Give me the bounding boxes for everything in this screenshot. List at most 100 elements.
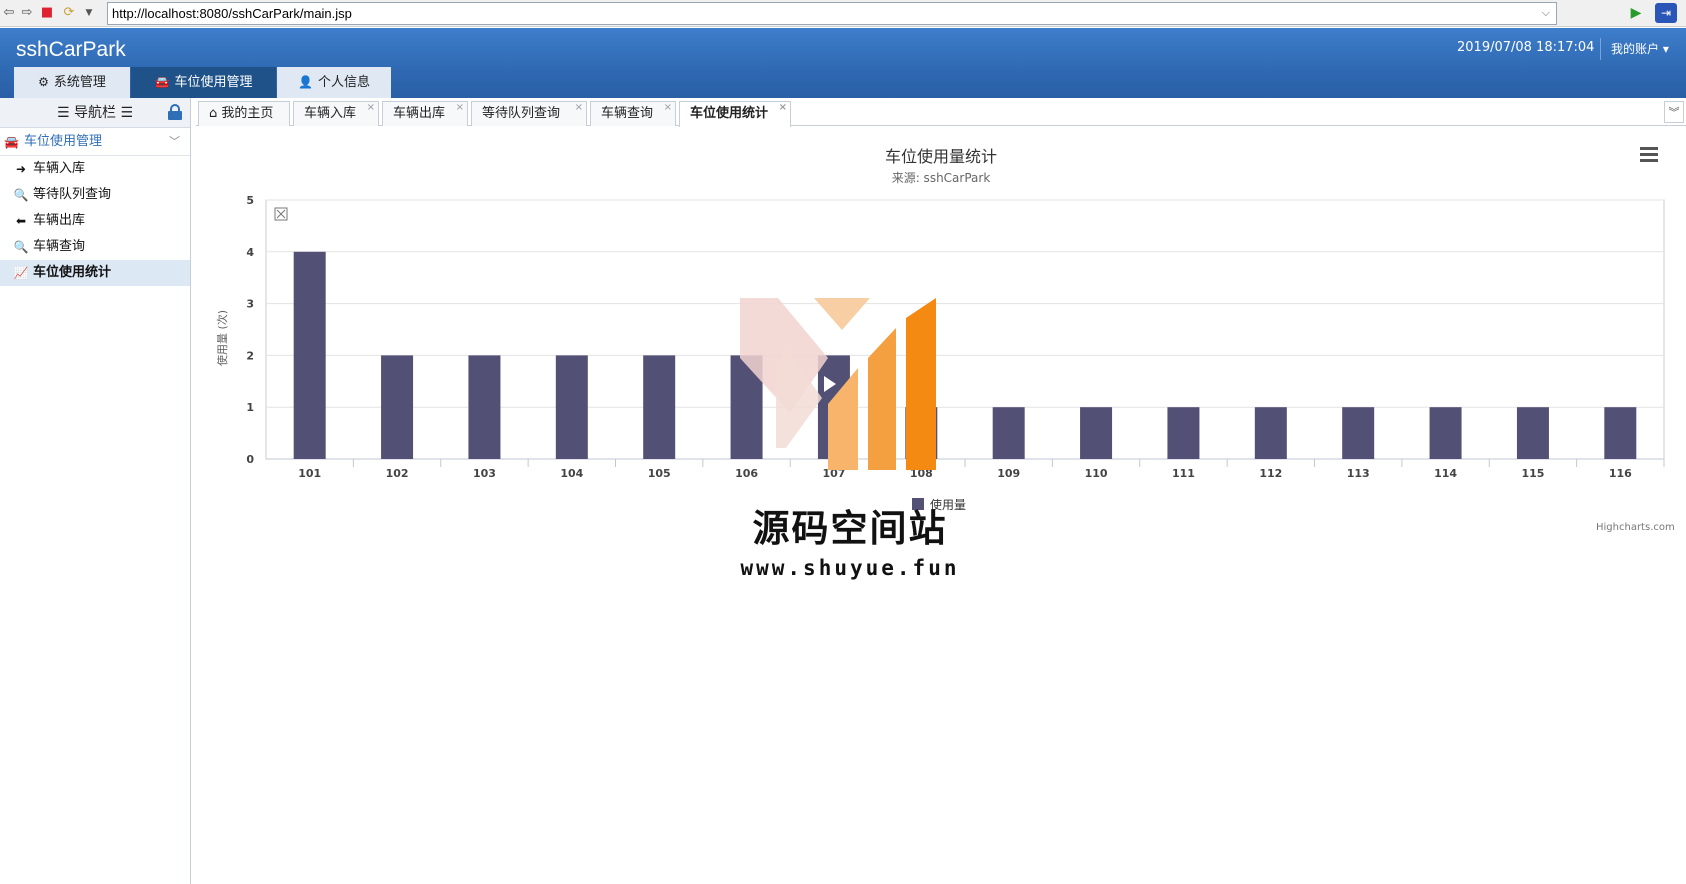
- y-tick-label: 5: [246, 194, 254, 207]
- tab-vehicle-out[interactable]: 车辆出库 ×: [382, 101, 468, 126]
- stop-icon[interactable]: ■: [38, 4, 56, 22]
- menu-icon: ☰: [116, 105, 134, 121]
- exit-icon[interactable]: ⇥: [1655, 3, 1677, 23]
- brand-title: sshCarPark: [16, 38, 126, 61]
- chart-subtitle: 来源: sshCarPark: [891, 171, 991, 185]
- sidebar-item-label: 车辆出库: [33, 213, 86, 228]
- menu-icon: ☰: [56, 105, 74, 121]
- close-icon[interactable]: ×: [367, 96, 375, 120]
- sidebar-title: 导航栏: [74, 105, 116, 121]
- y-tick-label: 2: [246, 349, 254, 362]
- watermark-text: 源码空间站: [752, 507, 948, 550]
- tab-label: 车辆出库: [393, 106, 446, 121]
- sidebar-item-label: 车辆查询: [33, 239, 86, 254]
- chart-context-menu-icon[interactable]: [1640, 147, 1658, 162]
- close-icon[interactable]: ×: [664, 96, 672, 120]
- tab-label: 车辆查询: [601, 106, 654, 121]
- sidebar-item-queue-search[interactable]: 🔍 等待队列查询: [0, 182, 190, 208]
- tab-vehicle-in[interactable]: 车辆入库 ×: [293, 101, 379, 126]
- tab-queue-search[interactable]: 等待队列查询 ×: [471, 101, 587, 126]
- x-tick-label: 105: [648, 467, 671, 480]
- bar: [992, 407, 1025, 459]
- top-nav-label: 系统管理: [53, 75, 106, 90]
- sidebar-group-parking[interactable]: 🚘 车位使用管理 ﹀: [0, 128, 190, 156]
- y-tick-label: 0: [246, 453, 254, 466]
- close-icon[interactable]: ×: [456, 96, 464, 120]
- watermark-url: www.shuyue.fun: [740, 556, 960, 580]
- top-nav-label: 车位使用管理: [174, 75, 253, 90]
- x-tick-label: 113: [1347, 467, 1370, 480]
- tab-label: 我的主页: [221, 106, 274, 121]
- x-tick-label: 109: [997, 467, 1020, 480]
- user-icon: 👤: [298, 75, 313, 89]
- top-nav-system[interactable]: ⚙ 系统管理: [14, 67, 130, 98]
- sidebar-group-label: 车位使用管理: [24, 134, 103, 149]
- chevron-down-icon: ﹀: [169, 135, 180, 148]
- chart-credits[interactable]: Highcharts.com: [1596, 522, 1675, 533]
- tab-label: 车辆入库: [304, 106, 357, 121]
- top-nav-parking[interactable]: 🚘 车位使用管理: [131, 67, 276, 98]
- lock-icon[interactable]: [168, 104, 182, 120]
- bar: [1516, 407, 1549, 459]
- tab-list-chevron-icon[interactable]: ︾: [1664, 101, 1684, 123]
- bar: [1342, 407, 1375, 459]
- sidebar-item-label: 车辆入库: [33, 161, 86, 176]
- tab-home[interactable]: ⌂ 我的主页: [198, 101, 290, 126]
- x-tick-label: 116: [1609, 467, 1632, 480]
- forward-icon[interactable]: ⇨: [18, 4, 36, 22]
- bar: [555, 355, 588, 459]
- tab-vehicle-search[interactable]: 车辆查询 ×: [590, 101, 676, 126]
- x-tick-label: 104: [560, 467, 583, 480]
- x-tick-label: 115: [1521, 467, 1544, 480]
- bar: [643, 355, 676, 459]
- search-icon: 🔍: [13, 240, 29, 254]
- sidebar-item-label: 车位使用统计: [33, 265, 112, 280]
- search-icon: 🔍: [13, 188, 29, 202]
- x-tick-label: 111: [1172, 467, 1195, 480]
- sidebar-item-label: 等待队列查询: [33, 187, 112, 202]
- gear-icon: ⚙: [38, 75, 49, 89]
- car-icon: 🚘: [4, 135, 19, 149]
- app-header: sshCarPark 2019/07/08 18:17:04 我的账户 ▾ ⚙ 系…: [0, 28, 1686, 98]
- bar: [468, 355, 501, 459]
- tab-usage-stats[interactable]: 车位使用统计 ×: [679, 101, 791, 127]
- x-tick-label: 101: [298, 467, 321, 480]
- history-dropdown-icon[interactable]: ▼: [80, 4, 98, 22]
- sidebar-header: ☰ 导航栏 ☰: [0, 98, 190, 128]
- x-tick-label: 112: [1259, 467, 1282, 480]
- tab-label: 等待队列查询: [482, 106, 561, 121]
- tab-bar: ⌂ 我的主页 车辆入库 × 车辆出库 × 等待队列查询 × 车辆查询 × 车位使用统计 ×…: [196, 98, 1686, 127]
- close-icon[interactable]: ×: [575, 96, 583, 120]
- y-tick-label: 4: [246, 246, 254, 259]
- address-dropdown-icon[interactable]: ⌵: [1542, 3, 1550, 24]
- x-tick-label: 103: [473, 467, 496, 480]
- y-axis-label: 使用量 (次): [216, 309, 229, 367]
- bar: [1429, 407, 1462, 459]
- x-tick-label: 102: [386, 467, 409, 480]
- clock-text: 2019/07/08 18:17:04: [1457, 40, 1595, 55]
- sidebar-item-vehicle-search[interactable]: 🔍 车辆查询: [0, 234, 190, 260]
- sidebar-item-vehicle-in[interactable]: ➜ 车辆入库: [0, 156, 190, 182]
- car-icon: 🚘: [154, 75, 170, 89]
- bar: [1167, 407, 1200, 459]
- arrow-circle-left-icon: ⬅: [15, 214, 27, 228]
- address-bar[interactable]: http://localhost:8080/sshCarPark/main.js…: [107, 2, 1557, 25]
- back-icon[interactable]: ⇦: [0, 4, 18, 22]
- bar: [1604, 407, 1637, 459]
- account-menu[interactable]: 我的账户 ▾: [1600, 38, 1669, 60]
- sidebar-item-vehicle-out[interactable]: ⬅ 车辆出库: [0, 208, 190, 234]
- y-tick-label: 1: [246, 401, 254, 414]
- go-icon[interactable]: ▶: [1626, 4, 1646, 22]
- watermark-logo: [740, 298, 936, 470]
- address-bar-url: http://localhost:8080/sshCarPark/main.js…: [112, 6, 352, 21]
- y-tick-label: 3: [246, 298, 254, 311]
- sidebar-item-usage-stats[interactable]: 📈 车位使用统计: [0, 260, 190, 286]
- refresh-icon[interactable]: ⟳: [60, 4, 78, 22]
- home-icon: ⌂: [209, 106, 222, 121]
- close-icon[interactable]: ×: [779, 96, 787, 120]
- sidebar: ☰ 导航栏 ☰ 🚘 车位使用管理 ﹀ ➜ 车辆入库 🔍 等待队列查询 ⬅ 车辆出…: [0, 98, 191, 884]
- arrow-circle-right-icon: ➜: [15, 162, 27, 176]
- chart-title: 车位使用量统计: [884, 147, 997, 166]
- top-nav-label: 个人信息: [317, 75, 370, 90]
- top-nav-profile[interactable]: 👤 个人信息: [277, 67, 391, 98]
